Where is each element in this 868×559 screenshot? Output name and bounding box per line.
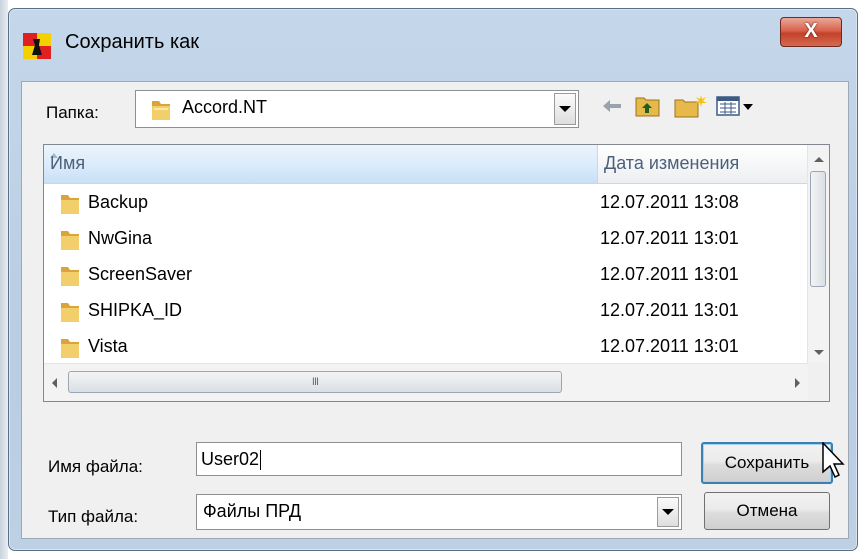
folder-icon	[61, 303, 79, 322]
close-button[interactable]: X	[780, 17, 842, 47]
file-name: ScreenSaver	[88, 264, 193, 284]
new-folder-icon	[674, 95, 707, 118]
vertical-scrollbar[interactable]	[807, 145, 829, 363]
filetype-value: Файлы ПРД	[203, 501, 302, 521]
file-name: SHIPKA_ID	[88, 300, 183, 320]
folder-icon	[61, 267, 79, 286]
app-icon	[23, 33, 51, 59]
back-button[interactable]	[599, 94, 625, 118]
up-folder-icon	[635, 97, 660, 117]
folder-icon	[152, 101, 170, 120]
file-name: Backup	[88, 192, 149, 212]
list-item[interactable]: Backup 12.07.2011 13:08	[44, 187, 808, 223]
file-date: 12.07.2011 13:01	[600, 336, 739, 356]
folder-combobox[interactable]: Accord.NT	[135, 90, 579, 128]
folder-value: Accord.NT	[182, 97, 268, 117]
cancel-button[interactable]: Отмена	[704, 492, 830, 530]
horizontal-scroll-thumb[interactable]: III	[68, 371, 562, 393]
list-item[interactable]: ScreenSaver 12.07.2011 13:01	[44, 259, 808, 295]
folder-icon	[61, 195, 79, 214]
file-date: 12.07.2011 13:01	[600, 228, 739, 248]
file-name: NwGina	[88, 228, 153, 248]
filetype-dropdown-button[interactable]	[657, 497, 679, 527]
column-header-name[interactable]: Имя	[44, 145, 598, 183]
window-title: Сохранить как	[65, 31, 200, 53]
filename-input[interactable]: User02	[196, 442, 682, 476]
chevron-down-icon	[662, 509, 674, 515]
scroll-down-icon[interactable]	[814, 350, 824, 355]
list-header: Имя Дата изменения	[44, 145, 808, 184]
file-date: 12.07.2011 13:08	[600, 192, 739, 212]
file-list[interactable]: Имя Дата изменения Backup 12.07.2011 13:…	[43, 144, 830, 402]
file-date: 12.07.2011 13:01	[600, 264, 739, 284]
scroll-right-icon[interactable]	[795, 378, 800, 388]
folder-dropdown-button[interactable]	[554, 93, 576, 125]
chevron-down-icon	[559, 106, 571, 112]
scroll-grip: III	[311, 376, 319, 388]
vertical-scroll-thumb[interactable]	[810, 171, 826, 287]
folder-icon	[61, 339, 79, 358]
view-menu-button[interactable]	[716, 94, 756, 118]
new-folder-button[interactable]	[674, 94, 708, 118]
folder-icon	[61, 231, 79, 250]
file-name: Vista	[88, 336, 128, 356]
filetype-combobox[interactable]: Файлы ПРД	[196, 494, 682, 530]
list-item[interactable]: Vista 12.07.2011 13:01	[44, 331, 808, 367]
filename-value: User02	[201, 449, 260, 469]
up-folder-button[interactable]	[634, 94, 662, 118]
list-item[interactable]: NwGina 12.07.2011 13:01	[44, 223, 808, 259]
mouse-cursor-icon	[822, 442, 845, 479]
desktop-edge	[0, 0, 8, 559]
scroll-left-icon[interactable]	[52, 378, 57, 388]
view-menu-icon	[716, 96, 753, 116]
file-date: 12.07.2011 13:01	[600, 300, 739, 320]
scroll-corner	[808, 363, 829, 401]
horizontal-scrollbar[interactable]: III	[44, 363, 808, 401]
text-caret	[260, 450, 262, 471]
back-arrow-icon	[603, 100, 621, 112]
save-button[interactable]: Сохранить	[701, 442, 833, 484]
filetype-label: Тип файла:	[48, 507, 139, 526]
scroll-up-icon[interactable]	[814, 157, 824, 162]
list-item[interactable]: SHIPKA_ID 12.07.2011 13:01	[44, 295, 808, 331]
save-as-dialog: Сохранить как X Папка: Accord.NT Имя Дат…	[8, 8, 858, 551]
folder-label: Папка:	[46, 103, 99, 122]
column-header-date[interactable]: Дата изменения	[604, 153, 739, 174]
filename-label: Имя файла:	[48, 457, 143, 476]
column-name-label: Имя	[50, 153, 86, 173]
dialog-client-area: Папка: Accord.NT Имя Дата изменения Back…	[21, 81, 849, 539]
